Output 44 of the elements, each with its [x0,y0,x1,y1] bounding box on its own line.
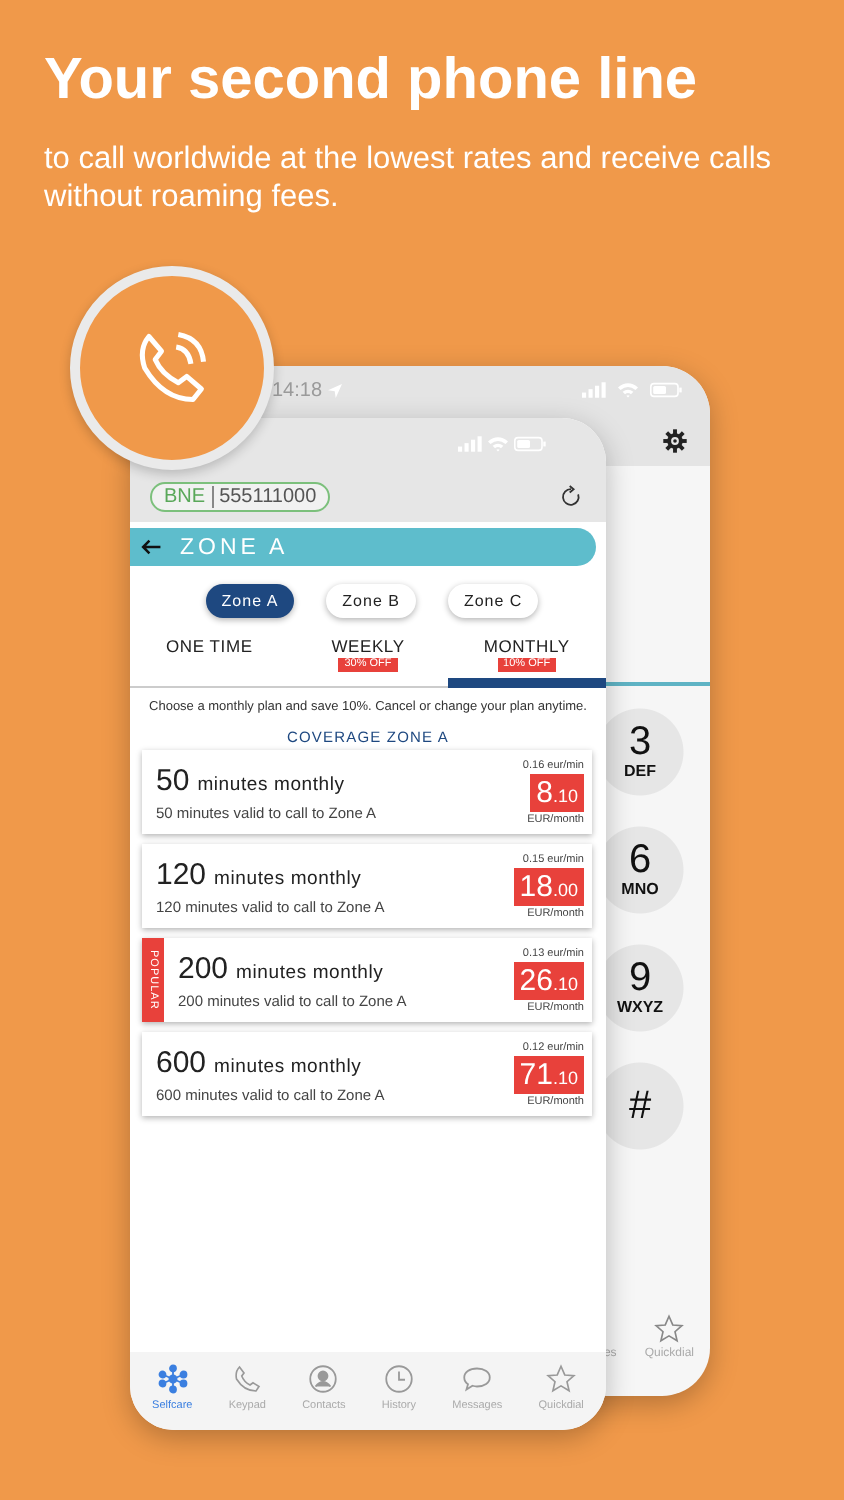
dial-key[interactable]: 3 DEF [606,707,684,795]
account-chip[interactable]: BNE 555111000 [150,481,331,511]
battery-icon [514,436,546,452]
zone-tab[interactable]: Zone B [326,584,416,618]
zone-tab[interactable]: Zone C [447,584,539,618]
zone-tab[interactable]: Zone A [205,584,295,618]
star-icon [546,1364,577,1394]
settings-icon[interactable] [662,427,688,453]
dial-key[interactable]: 6 MNO [606,825,684,913]
plan-unit: minutes monthly [214,867,362,889]
subtitle: to call worldwide at the lowest rates and receive calls without roaming fees. [44,140,774,216]
plan-minutes: 600 [156,1045,207,1079]
plan-minutes: 120 [156,857,207,891]
price-tag: 26.10 [513,961,584,999]
contact-icon [308,1364,339,1394]
battery-icon [650,382,682,398]
plan-unit: minutes monthly [214,1055,362,1077]
price-tag: 18.00 [513,867,584,905]
status-time: 14:18 [272,379,323,401]
period-tab[interactable]: MONTHLY [483,636,570,656]
wifi-icon [618,382,638,398]
chat-bubble-icon [462,1364,493,1394]
period-tab[interactable]: WEEKLY [331,636,405,656]
screen-title: ZONE A [180,535,289,559]
dial-key[interactable]: # [606,1061,684,1149]
period-tab[interactable]: ONE TIME [165,636,253,656]
headline: Your second phone line [44,46,700,116]
network-icon [157,1364,188,1394]
plan-unit: minutes monthly [236,961,384,983]
back-arrow-icon[interactable] [140,538,162,556]
refresh-icon[interactable] [558,483,584,509]
star-icon [654,1314,685,1344]
phone-icon [232,1364,263,1394]
signal-icon [458,436,482,452]
location-arrow-icon [328,383,343,397]
plan-minutes: 50 [156,763,190,797]
wifi-icon [488,436,508,452]
price-tag: 71.10 [513,1055,584,1093]
dial-key[interactable]: 9 WXYZ [606,943,684,1031]
plan-unit: minutes monthly [197,773,345,795]
signal-icon [582,382,606,398]
clock-icon [383,1364,414,1394]
price-tag: 8.10 [530,773,584,811]
plan-minutes: 200 [178,951,229,985]
